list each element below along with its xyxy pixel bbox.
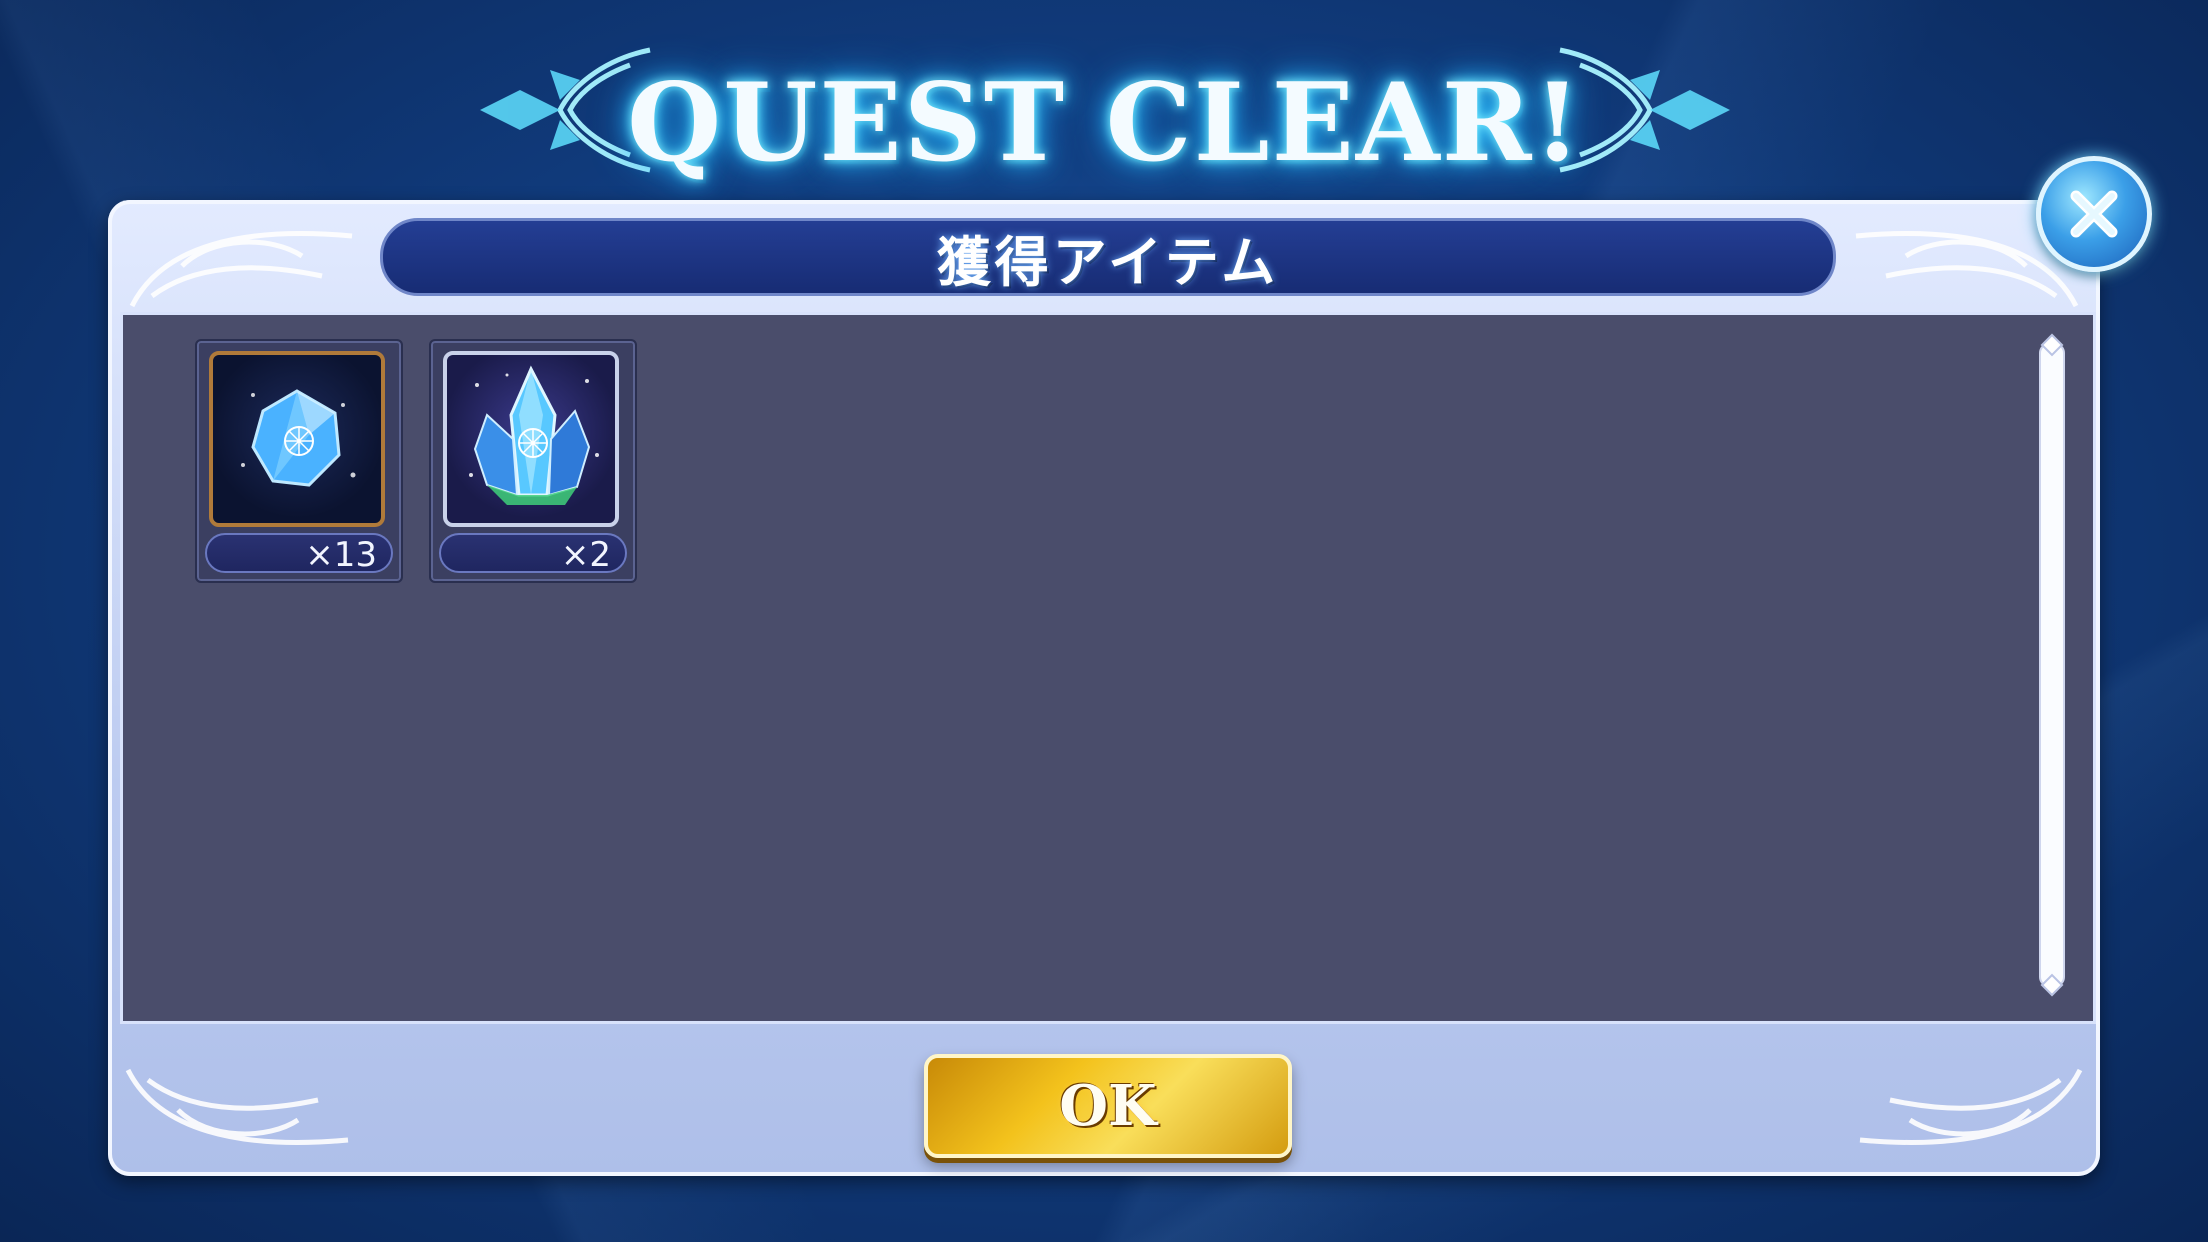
item-slot[interactable]: ×2 [429,339,637,583]
close-icon [2070,190,2118,238]
item-list-area[interactable]: ×13 ×2 [120,312,2096,1024]
ok-button[interactable]: OK [924,1054,1292,1158]
crystal-orb-icon [241,389,356,487]
panel-header-label: 獲得アイテム [936,230,1280,294]
item-count: ×2 [439,533,627,575]
item-icon-frame [209,351,385,527]
corner-ornament-icon [1859,1068,2083,1145]
scrollbar[interactable] [2039,343,2065,987]
crystal-cluster-icon [469,365,599,505]
ok-button-label: OK [1059,1073,1157,1139]
item-list: ×13 ×2 [195,339,637,583]
right-wing-ornament-icon [1559,47,1730,173]
close-button[interactable] [2036,156,2152,272]
corner-ornament-icon [129,231,353,308]
item-results-panel: 獲得アイテム ×13 ×2 OK [108,200,2100,1176]
item-slot[interactable]: ×13 [195,339,403,583]
corner-ornament-icon [125,1068,349,1145]
panel-header: 獲得アイテム [380,218,1836,296]
item-icon-frame [443,351,619,527]
quest-clear-banner: QUEST CLEAR! [460,20,1750,190]
item-count: ×13 [205,533,393,575]
